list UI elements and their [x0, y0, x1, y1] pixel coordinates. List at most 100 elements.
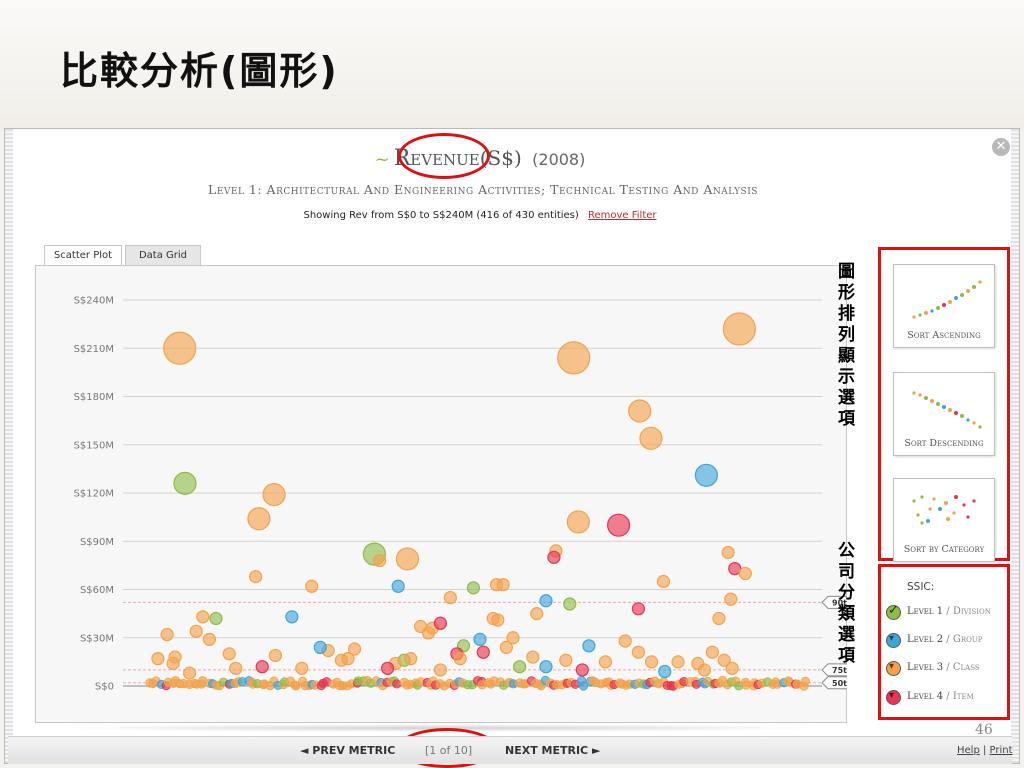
y-tick-label: S$240M [74, 296, 114, 307]
data-point [694, 463, 718, 487]
data-point [628, 399, 652, 423]
window-edge-right [1011, 129, 1019, 763]
tab-scatter-plot[interactable]: Scatter Plot [44, 245, 122, 266]
checkmark-icon: ✓ [888, 603, 899, 618]
data-point [262, 483, 286, 507]
sort-descending-label: Sort Descending [904, 438, 984, 449]
data-point [631, 602, 646, 616]
chevron-down-icon: ▾ [889, 661, 895, 672]
data-point [222, 647, 236, 661]
y-tick-label: S$30M [80, 633, 114, 644]
chevron-down-icon: ▾ [889, 690, 895, 701]
legend-item-level-4[interactable]: ▾ Level 4 / Item [886, 688, 1006, 708]
chevron-down-icon: ▾ [889, 633, 895, 644]
data-point [800, 676, 810, 686]
sort-ascending-button[interactable]: Sort Ascending [893, 264, 995, 348]
y-tick-label: S$0 [95, 682, 114, 693]
data-point [295, 661, 309, 675]
print-link[interactable]: Print [990, 745, 1013, 756]
data-point [741, 680, 751, 690]
remove-filter-link[interactable]: Remove Filter [588, 210, 657, 221]
slide-page-number: 46 [975, 722, 993, 738]
data-point [566, 510, 590, 534]
data-point [473, 632, 487, 646]
data-point [712, 611, 726, 626]
legend-label-level-3: Level 3 / Class [907, 662, 980, 673]
close-icon[interactable]: ✕ [992, 138, 1010, 156]
metric-name-highlight [398, 133, 490, 179]
data-point [697, 663, 712, 677]
data-point [658, 664, 672, 679]
data-point [160, 627, 174, 642]
data-point [209, 611, 223, 626]
legend-label-level-4: Level 4 / Item [907, 691, 974, 702]
data-point [421, 626, 436, 640]
data-point [526, 650, 540, 664]
percentile-label: 50th [832, 679, 847, 688]
y-tick-label: S$120M [74, 489, 114, 500]
data-point [404, 652, 418, 666]
help-links: Help | Print [957, 745, 1013, 756]
data-point [559, 653, 573, 667]
data-point [644, 655, 659, 669]
data-point [598, 655, 613, 669]
data-point [724, 592, 738, 606]
data-point [539, 594, 553, 608]
legend-title: SSIC: [907, 581, 935, 593]
data-point [539, 660, 553, 674]
data-point [631, 645, 646, 659]
data-point [496, 578, 510, 592]
data-point [557, 341, 591, 375]
category-options-label: 公司分類選項 [834, 541, 854, 667]
y-tick-label: S$150M [74, 440, 114, 451]
legend-label-level-1: Level 1 / Division [907, 606, 991, 617]
legend-item-level-3[interactable]: ▾ Level 3 / Class [886, 659, 1006, 679]
data-point [391, 579, 405, 593]
data-point [249, 570, 263, 584]
page-indicator: [1 of 10] [425, 744, 473, 757]
data-point [491, 613, 505, 627]
data-point [443, 590, 457, 605]
level-description: Level 1: Architectural And Engineering A… [208, 182, 758, 197]
data-point [305, 579, 319, 593]
help-link[interactable]: Help [957, 745, 980, 756]
sort-ascending-label: Sort Ascending [907, 330, 981, 341]
data-point [151, 652, 165, 666]
y-tick-label: S$210M [74, 344, 114, 355]
window-edge-left [5, 129, 13, 763]
data-point [255, 660, 269, 674]
data-point [575, 663, 589, 677]
sort-descending-button[interactable]: Sort Descending [893, 372, 995, 456]
metric-year: (2008) [532, 150, 586, 169]
data-point [173, 471, 197, 495]
legend-item-level-2[interactable]: ▾ Level 2 / Group [886, 631, 1006, 651]
data-point [285, 610, 299, 624]
percentile-label: 75th [832, 666, 847, 675]
data-point [433, 616, 447, 630]
sort-by-category-button[interactable]: Sort by Category [893, 478, 995, 562]
data-point [268, 648, 282, 663]
data-point [476, 645, 490, 659]
data-point [202, 632, 216, 646]
y-tick-label: S$180M [74, 392, 114, 403]
data-point [466, 581, 480, 595]
tab-data-grid[interactable]: Data Grid [125, 245, 201, 265]
data-point [547, 550, 561, 564]
prev-metric-button[interactable]: ◄ PREV METRIC [300, 744, 395, 757]
data-point [189, 624, 203, 638]
data-point [183, 666, 197, 680]
data-point [453, 652, 467, 666]
data-point [738, 566, 752, 581]
metric-tilde: ~ [374, 149, 390, 170]
data-point [513, 660, 527, 674]
sort-options-label: 圖形排列顯示選項 [834, 262, 854, 430]
next-metric-button[interactable]: NEXT METRIC ► [505, 744, 600, 757]
scatter-chart: S$0 S$30M S$60M S$90M S$120M S$150M S$180M S$21… [74, 296, 847, 693]
data-point [381, 661, 395, 675]
data-point [725, 661, 739, 675]
data-point [656, 574, 671, 589]
link-separator: | [979, 745, 990, 756]
data-point [166, 656, 180, 671]
legend-item-level-1[interactable]: ✓ Level 1 / Division [886, 603, 1006, 623]
data-point [247, 507, 271, 531]
